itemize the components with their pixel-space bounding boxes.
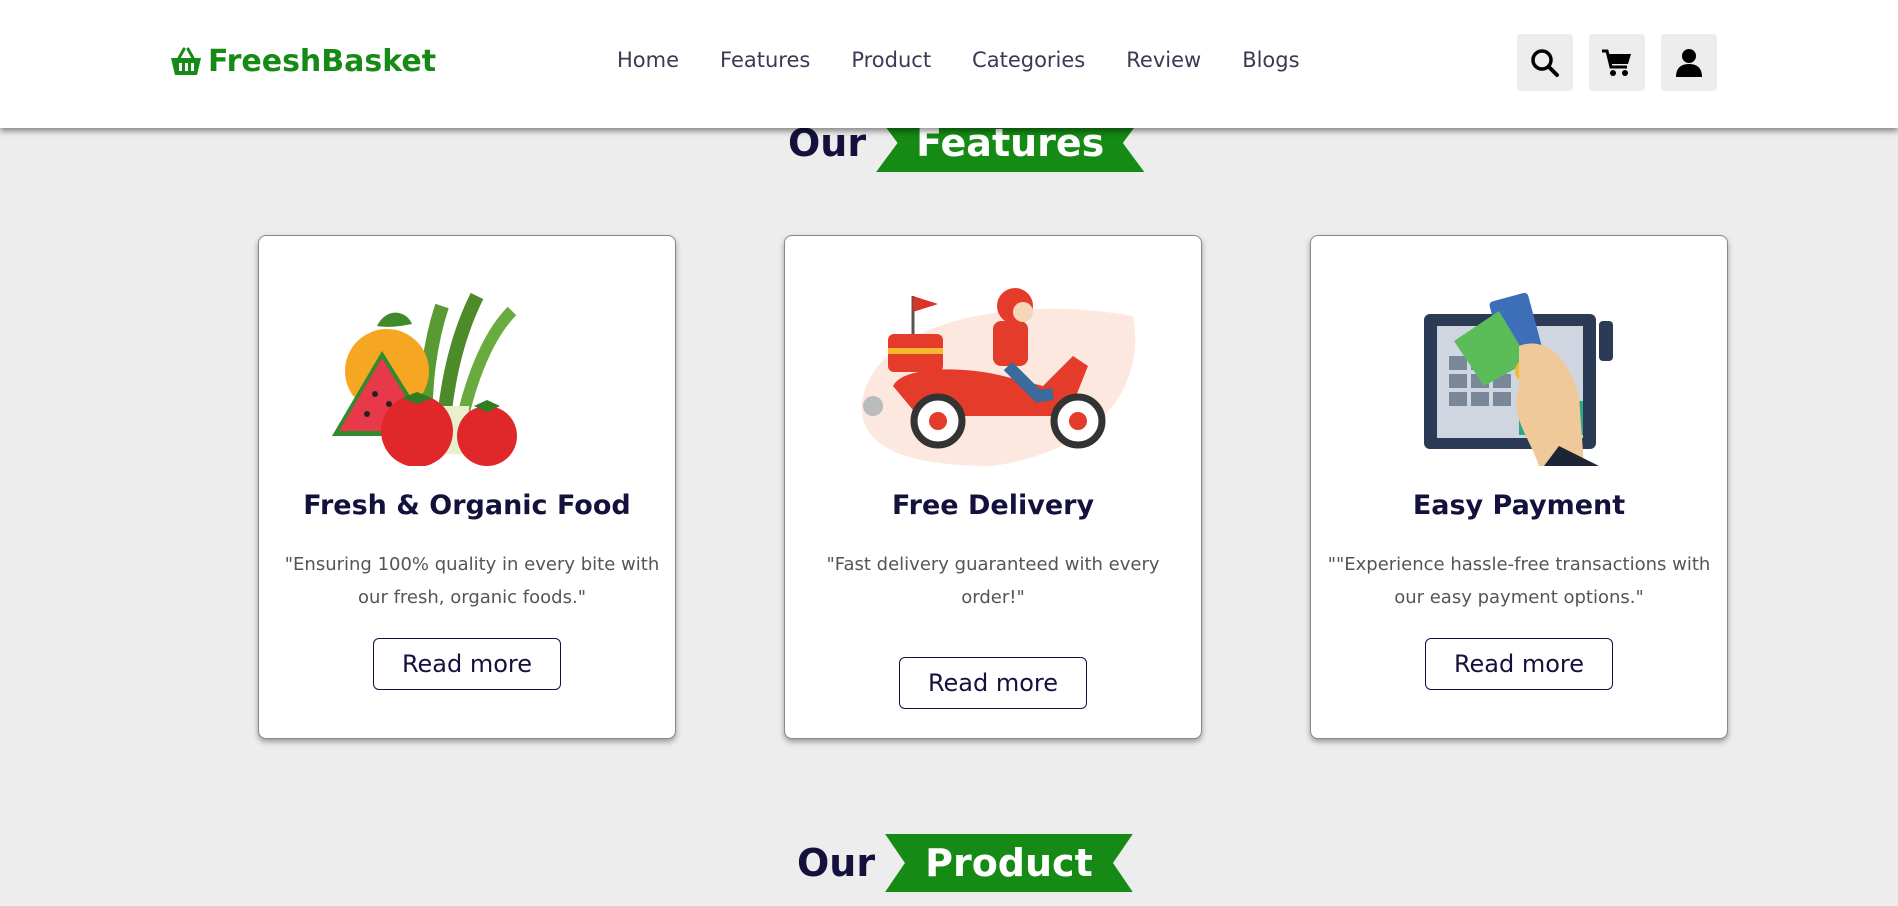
- nav-categories[interactable]: Categories: [972, 48, 1085, 72]
- nav-home[interactable]: Home: [617, 48, 679, 72]
- read-more-button[interactable]: Read more: [373, 638, 561, 690]
- delivery-scooter-image: [861, 288, 1136, 466]
- cart-icon: [1602, 49, 1631, 76]
- brand-logo[interactable]: FreeshBasket: [170, 44, 436, 79]
- read-more-button[interactable]: Read more: [1425, 638, 1613, 690]
- product-heading: Our Product: [797, 834, 1133, 892]
- card-payment-image: PA: [1424, 292, 1613, 466]
- feature-card-fresh: Fresh & Organic Food "Ensuring 100% qual…: [258, 235, 676, 739]
- nav-blogs[interactable]: Blogs: [1242, 48, 1299, 72]
- site-header: FreeshBasket Home Features Product Categ…: [0, 0, 1898, 128]
- fruits-vegetables-image: [332, 292, 517, 466]
- nav-product[interactable]: Product: [851, 48, 931, 72]
- card-title: Free Delivery: [891, 490, 1095, 521]
- user-button[interactable]: [1661, 34, 1717, 91]
- card-description: ""Experience hassle-free transactions wi…: [1327, 554, 1711, 608]
- search-icon: [1531, 48, 1559, 77]
- search-button[interactable]: [1517, 34, 1573, 91]
- card-title: Easy Payment: [1412, 490, 1626, 521]
- read-more-button[interactable]: Read more: [899, 657, 1087, 709]
- header-icons: [1517, 34, 1733, 91]
- user-icon: [1676, 48, 1702, 77]
- heading-highlight: Product: [885, 834, 1133, 892]
- card-description: "Ensuring 100% quality in every bite wit…: [284, 554, 660, 608]
- main-nav: Home Features Product Categories Review …: [617, 48, 1341, 72]
- brand-name: FreeshBasket: [208, 44, 437, 79]
- card-title: Fresh & Organic Food: [303, 490, 631, 521]
- feature-card-payment: PA Easy Payment ""Experience hassle-free…: [1310, 235, 1728, 739]
- basket-icon: [171, 47, 201, 75]
- card-description: "Fast delivery guaranteed with every ord…: [826, 554, 1160, 608]
- cart-button[interactable]: [1589, 34, 1645, 91]
- nav-review[interactable]: Review: [1126, 48, 1201, 72]
- heading-prefix: Our: [797, 841, 876, 885]
- nav-features[interactable]: Features: [720, 48, 810, 72]
- feature-card-delivery: Free Delivery "Fast delivery guaranteed …: [784, 235, 1202, 739]
